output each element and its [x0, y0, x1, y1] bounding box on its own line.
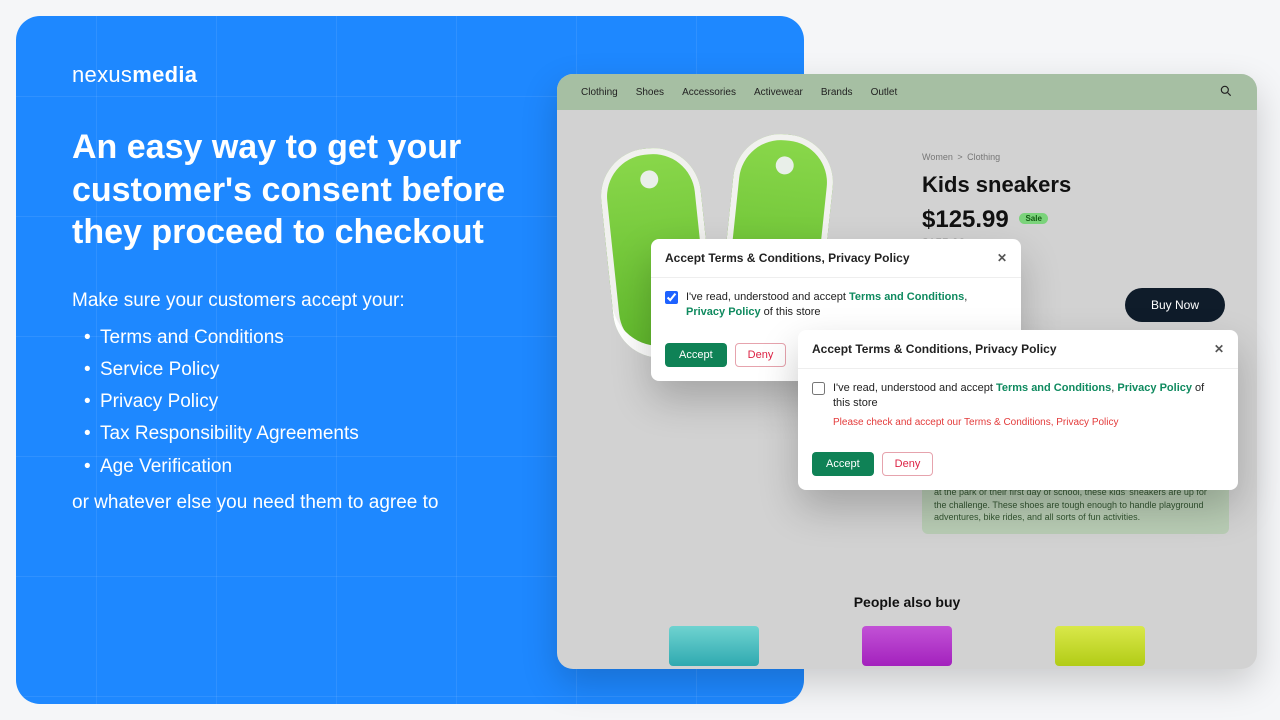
crumb-item[interactable]: Women — [922, 152, 953, 162]
store-nav: Clothing Shoes Accessories Activewear Br… — [557, 74, 1257, 110]
related-product[interactable] — [862, 626, 952, 666]
deny-button[interactable]: Deny — [735, 343, 787, 367]
promo-subhead: Make sure your customers accept your: — [72, 290, 512, 312]
consent-text: I've read, understood and accept Terms a… — [686, 290, 1007, 321]
nav-item[interactable]: Activewear — [754, 87, 803, 98]
nav-item[interactable]: Outlet — [871, 87, 898, 98]
consent-modal-error: Accept Terms & Conditions, Privacy Polic… — [798, 330, 1238, 490]
close-icon[interactable]: ✕ — [997, 251, 1007, 265]
privacy-link[interactable]: Privacy Policy — [1117, 382, 1192, 394]
consent-checkbox[interactable] — [812, 382, 825, 395]
consent-checkbox[interactable] — [665, 291, 678, 304]
product-price: $125.99 Sale — [922, 206, 1048, 234]
crumb-sep: > — [957, 152, 962, 162]
buy-now-button[interactable]: Buy Now — [1125, 288, 1225, 322]
terms-link[interactable]: Terms and Conditions — [849, 291, 964, 303]
related-product[interactable] — [1055, 626, 1145, 666]
search-icon[interactable] — [1219, 84, 1233, 101]
accept-button[interactable]: Accept — [665, 343, 727, 367]
consent-error: Please check and accept our Terms & Cond… — [833, 416, 1224, 430]
promo-tail: or whatever else you need them to agree … — [72, 489, 492, 517]
nav-item[interactable]: Clothing — [581, 87, 618, 98]
product-title: Kids sneakers — [922, 172, 1071, 198]
price-value: $125.99 — [922, 206, 1009, 233]
sale-badge: Sale — [1019, 213, 1047, 224]
related-products — [557, 626, 1257, 666]
brand-logo-b: media — [132, 62, 197, 87]
deny-button[interactable]: Deny — [882, 452, 934, 476]
terms-link[interactable]: Terms and Conditions — [996, 382, 1111, 394]
breadcrumb: Women > Clothing — [922, 152, 1000, 162]
nav-item[interactable]: Shoes — [636, 87, 664, 98]
privacy-link[interactable]: Privacy Policy — [686, 306, 761, 318]
accept-button[interactable]: Accept — [812, 452, 874, 476]
nav-item[interactable]: Accessories — [682, 87, 736, 98]
consent-text: I've read, understood and accept Terms a… — [833, 381, 1224, 430]
close-icon[interactable]: ✕ — [1214, 342, 1224, 356]
promo-headline: An easy way to get your customer's conse… — [72, 126, 542, 254]
crumb-item[interactable]: Clothing — [967, 152, 1000, 162]
modal-title: Accept Terms & Conditions, Privacy Polic… — [665, 251, 910, 265]
people-also-buy-heading: People also buy — [557, 594, 1257, 610]
modal-title: Accept Terms & Conditions, Privacy Polic… — [812, 342, 1057, 356]
nav-item[interactable]: Brands — [821, 87, 853, 98]
related-product[interactable] — [669, 626, 759, 666]
brand-logo-a: nexus — [72, 62, 132, 87]
